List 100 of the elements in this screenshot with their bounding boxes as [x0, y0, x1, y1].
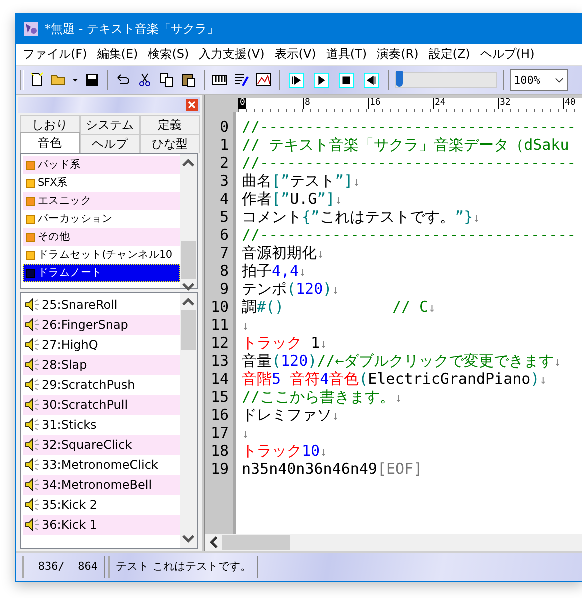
close-icon[interactable] — [186, 99, 198, 111]
code-line: //----------------------------------- — [242, 226, 576, 244]
category-item[interactable]: その他 — [23, 228, 180, 246]
menu-item[interactable]: 編集(E) — [93, 44, 144, 65]
tab[interactable]: 音色 — [20, 132, 80, 153]
line-number: 6 — [218, 226, 230, 244]
code-line: //ここから書きます。↓ — [242, 388, 402, 406]
speaker-icon — [25, 397, 41, 413]
status-message: テスト これはテストです。 — [108, 556, 258, 578]
cursor-position: 836/ 864 — [22, 556, 105, 578]
graph-window-icon[interactable] — [256, 72, 272, 88]
chevron-down-icon[interactable] — [555, 76, 564, 84]
scrollbar[interactable] — [180, 154, 197, 288]
line-number: 2 — [218, 154, 230, 172]
ruler-label: 32 — [498, 98, 563, 109]
speaker-icon — [25, 337, 41, 353]
ruler-label: 8 — [303, 98, 368, 109]
paste-icon[interactable] — [181, 72, 197, 88]
tab[interactable]: ひな型 — [140, 134, 200, 153]
menu-item[interactable]: ヘルプ(H) — [476, 44, 541, 65]
speaker-icon — [25, 497, 41, 513]
ruler-label: 40 — [563, 98, 582, 109]
sound-item[interactable]: 31:Sticks — [42, 418, 97, 432]
play-icon[interactable] — [314, 72, 329, 88]
sound-item[interactable]: 25:SnareRoll — [42, 298, 118, 312]
line-number: 4 — [218, 190, 230, 208]
code-line: 曲名[”テスト”]↓ — [242, 172, 360, 190]
code-line: n35n40n36n46n49[EOF] — [242, 460, 423, 478]
menu-item[interactable]: 道具(T) — [322, 44, 374, 65]
scrollbar[interactable] — [180, 293, 197, 548]
line-number: 3 — [218, 172, 230, 190]
edit-lines-icon[interactable] — [234, 72, 250, 88]
window-title: *無題 - テキスト音楽「サクラ」 — [45, 20, 219, 38]
rewind-icon[interactable] — [364, 72, 379, 88]
line-number: 5 — [218, 208, 230, 226]
line-number: 19 — [210, 460, 230, 478]
speaker-icon — [25, 297, 41, 313]
line-number: 16 — [210, 406, 230, 424]
code-line: トラック 1↓ — [242, 334, 328, 352]
scrollbar-thumb[interactable] — [181, 241, 196, 279]
menu-item[interactable]: 入力支援(V) — [195, 44, 271, 65]
line-number: 14 — [210, 370, 230, 388]
speaker-icon — [25, 417, 41, 433]
code-line: テンポ(120)↓ — [242, 280, 340, 298]
code-line: //----------------------------------- — [242, 118, 576, 136]
position-slider[interactable] — [395, 72, 497, 88]
scrollbar-thumb[interactable] — [222, 535, 290, 550]
category-item[interactable]: SFX系 — [23, 174, 180, 192]
app-icon — [23, 21, 39, 37]
horizontal-scrollbar[interactable] — [205, 534, 582, 551]
code-line: 調#() // C↓ — [242, 298, 436, 316]
ruler-label: 0 — [238, 98, 246, 109]
menu-item[interactable]: 演奏(R) — [373, 44, 425, 65]
copy-icon[interactable] — [159, 72, 175, 88]
line-number: 1 — [218, 136, 230, 154]
menu-item[interactable]: ファイル(F) — [19, 44, 94, 65]
rewind-play-icon[interactable] — [289, 72, 304, 88]
speaker-icon — [25, 457, 41, 473]
line-number: 10 — [210, 298, 230, 316]
tab[interactable]: ヘルプ — [80, 134, 140, 153]
code-line: 音量(120)//←ダブルクリックで変更できます↓ — [242, 352, 562, 370]
sound-item[interactable]: 33:MetronomeClick — [42, 458, 158, 472]
code-line: ↓ — [242, 318, 250, 334]
menu-item[interactable]: 設定(Z) — [424, 44, 476, 65]
stop-icon[interactable] — [339, 72, 354, 88]
line-number: 11 — [210, 316, 230, 334]
sound-item[interactable]: 27:HighQ — [42, 338, 98, 352]
zoom-dropdown[interactable]: 100% — [510, 69, 568, 91]
speaker-icon — [25, 317, 41, 333]
speaker-icon — [25, 357, 41, 373]
tab[interactable]: システム — [80, 115, 140, 134]
speaker-icon — [25, 477, 41, 493]
sound-item[interactable]: 35:Kick 2 — [42, 498, 98, 512]
scrollbar-thumb[interactable] — [181, 310, 196, 350]
code-line: ↓ — [242, 426, 250, 442]
code-line: コメント{”これはテストです。”}↓ — [242, 208, 480, 226]
line-number: 9 — [218, 280, 230, 298]
line-number: 13 — [210, 352, 230, 370]
line-number: 7 — [218, 244, 230, 262]
menu-item[interactable]: 検索(S) — [144, 44, 196, 65]
line-number: 15 — [210, 388, 230, 406]
category-item[interactable]: ドラムノート — [23, 264, 180, 282]
code-line: // テキスト音楽「サクラ」音楽データ（dSaku — [242, 136, 570, 154]
speaker-icon — [25, 377, 41, 393]
line-number: 18 — [210, 442, 230, 460]
cut-icon[interactable] — [137, 72, 153, 88]
code-line: //----------------------------------- — [242, 154, 576, 172]
tab[interactable]: 定義 — [140, 115, 200, 134]
category-item[interactable]: パーカッション — [23, 210, 180, 228]
menu-item[interactable]: 表示(V) — [270, 44, 322, 65]
ruler-label: 24 — [433, 98, 498, 109]
line-number: 12 — [210, 334, 230, 352]
save-icon[interactable] — [84, 72, 100, 88]
category-item[interactable]: パッド系 — [23, 156, 180, 174]
category-item[interactable]: ドラムセット(チャンネル10 — [23, 246, 180, 264]
new-file-icon[interactable] — [29, 72, 45, 88]
line-number: 8 — [218, 262, 230, 280]
category-item[interactable]: エスニック — [23, 192, 180, 210]
code-line: 作者[”U.G”]↓ — [242, 190, 342, 208]
sound-item[interactable]: 29:ScratchPush — [42, 378, 136, 392]
